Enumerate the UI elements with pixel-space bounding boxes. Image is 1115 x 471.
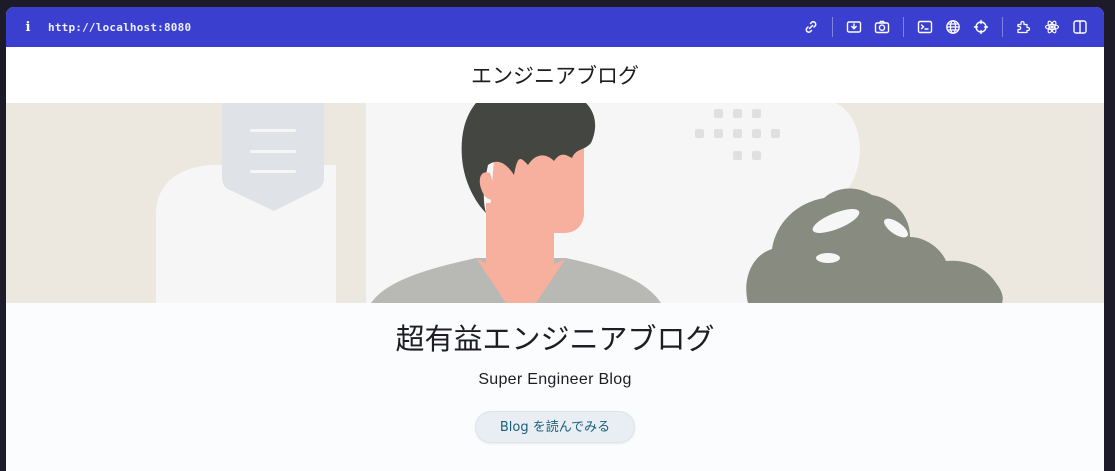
toolbar-icons <box>797 13 1094 41</box>
split-view-icon[interactable] <box>1066 13 1094 41</box>
page-title: 超有益エンジニアブログ <box>395 322 715 356</box>
read-blog-button[interactable]: Blog を読んでみる <box>474 411 636 443</box>
hero-illustration <box>6 103 1104 303</box>
camera-icon[interactable] <box>868 13 896 41</box>
page-subtitle: Super Engineer Blog <box>478 371 632 388</box>
info-icon[interactable]: i <box>20 20 36 35</box>
globe-icon[interactable] <box>939 13 967 41</box>
site-header-title[interactable]: エンジニアブログ <box>471 60 639 90</box>
crosshair-icon[interactable] <box>967 13 995 41</box>
link-icon[interactable] <box>797 13 825 41</box>
toolbar-divider <box>903 17 904 37</box>
toolbar-divider <box>832 17 833 37</box>
puzzle-icon[interactable] <box>1010 13 1038 41</box>
react-icon[interactable] <box>1038 13 1066 41</box>
browser-window: i http://localhost:8080 エンジニアブログ 超有益エンジニ… <box>6 7 1104 471</box>
address-url[interactable]: http://localhost:8080 <box>48 21 191 34</box>
hero-content: 超有益エンジニアブログ Super Engineer Blog Blog を読ん… <box>6 303 1104 443</box>
toolbar-divider <box>1002 17 1003 37</box>
browser-toolbar: i http://localhost:8080 <box>6 7 1104 47</box>
terminal-icon[interactable] <box>911 13 939 41</box>
site-header: エンジニアブログ <box>6 47 1104 103</box>
download-icon[interactable] <box>840 13 868 41</box>
